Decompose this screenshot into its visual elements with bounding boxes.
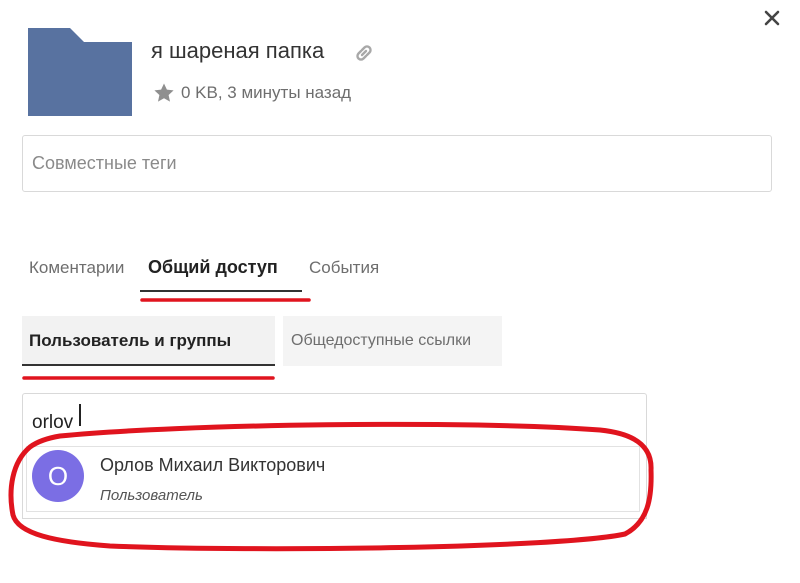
tab-comments[interactable]: Коментарии	[29, 258, 124, 278]
tab-events[interactable]: События	[309, 258, 379, 278]
folder-meta: 0 KB, 3 минуты назад	[153, 82, 351, 104]
folder-name: я шареная папка	[151, 38, 325, 63]
subtab-public-links[interactable]: Общедоступные ссылки	[283, 316, 502, 366]
close-icon	[764, 10, 780, 26]
avatar: О	[32, 450, 84, 502]
suggestion-user-role: Пользователь	[100, 487, 203, 504]
folder-size-time: 0 KB, 3 минуты назад	[181, 83, 352, 102]
shared-tags-input[interactable]	[22, 135, 772, 192]
star-icon[interactable]	[153, 82, 175, 104]
close-button[interactable]	[760, 6, 784, 30]
user-search-input[interactable]	[22, 393, 647, 439]
active-tab-indicator	[140, 290, 302, 292]
subtab-users-groups[interactable]: Пользователь и группы	[22, 316, 275, 366]
text-caret	[79, 404, 81, 426]
tab-sharing[interactable]: Общий доступ	[148, 257, 278, 278]
active-subtab-indicator	[22, 364, 275, 366]
link-icon[interactable]	[353, 42, 375, 64]
suggestion-user-name: Орлов Михаил Викторович	[100, 455, 326, 475]
folder-icon	[28, 28, 132, 118]
